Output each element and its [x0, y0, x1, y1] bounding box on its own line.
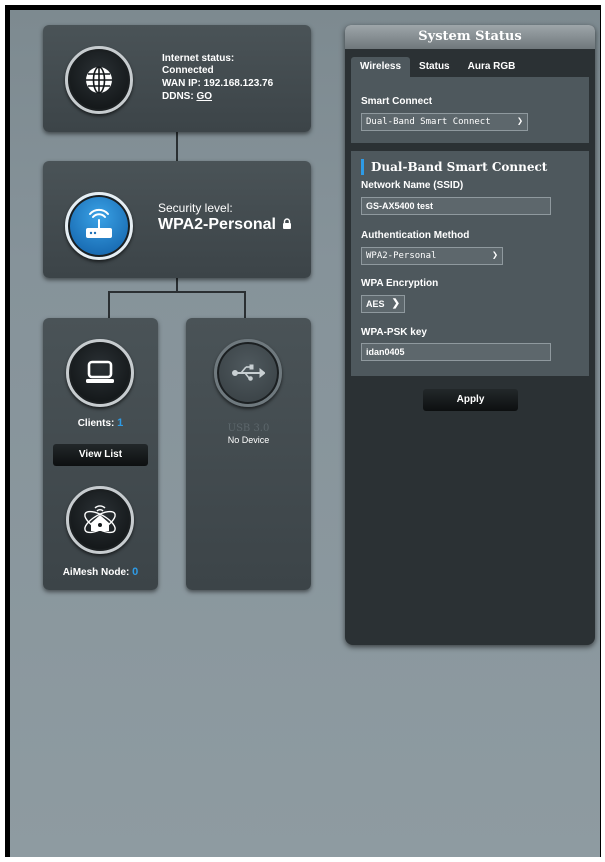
smart-connect-select[interactable]: Dual-Band Smart Connect ❯	[361, 113, 528, 131]
router-button[interactable]	[65, 192, 133, 260]
wan-ip-value: 192.168.123.76	[203, 78, 274, 89]
aimesh-node-icon	[84, 505, 116, 534]
clients-label: Clients:	[77, 418, 115, 429]
status-tabs: Wireless Status Aura RGB	[351, 57, 524, 77]
wpa-encryption-value: AES	[366, 299, 385, 309]
internet-globe-button[interactable]	[65, 46, 133, 114]
tab-aura-rgb[interactable]: Aura RGB	[459, 57, 525, 77]
clients-button[interactable]	[66, 339, 134, 407]
chevron-down-icon: ❯	[391, 298, 400, 309]
internet-status-label: Internet status:	[162, 53, 235, 64]
connector-line	[176, 278, 178, 292]
wpa-encryption-select[interactable]: AES ❯	[361, 295, 405, 313]
aimesh-count[interactable]: 0	[132, 566, 138, 578]
internet-status-value: Connected	[162, 65, 214, 76]
usb-card: USB 3.0 No Device	[186, 318, 311, 590]
aimesh-button[interactable]	[66, 486, 134, 554]
usb-label: USB 3.0	[227, 423, 270, 434]
wireless-router-icon	[86, 208, 112, 238]
laptop-icon	[86, 360, 114, 383]
clients-card: Clients: 1 View List AiMesh Node: 0	[43, 318, 158, 590]
smart-connect-label: Smart Connect	[361, 96, 433, 107]
ssid-label: Network Name (SSID)	[361, 180, 464, 191]
auth-method-select[interactable]: WPA2-Personal ❯	[361, 247, 503, 265]
auth-method-value: WPA2-Personal	[366, 251, 437, 261]
band-settings-section: Dual-Band Smart Connect Network Name (SS…	[351, 151, 589, 376]
connector-line	[244, 291, 246, 319]
smart-connect-value: Dual-Band Smart Connect	[366, 117, 491, 127]
system-status-title: System Status	[345, 25, 595, 49]
ddns-label: DDNS:	[162, 91, 194, 102]
internet-card: Internet status: Connected WAN IP: 192.1…	[43, 25, 311, 132]
smart-connect-section: Smart Connect Dual-Band Smart Connect ❯	[351, 77, 589, 143]
ssid-input[interactable]: GS-AX5400 test	[361, 197, 551, 215]
apply-button[interactable]: Apply	[423, 389, 518, 411]
connector-line	[108, 291, 110, 319]
usb-icon	[232, 364, 265, 381]
ddns-go-link[interactable]: GO	[196, 91, 212, 102]
auth-method-label: Authentication Method	[361, 230, 470, 241]
view-list-button[interactable]: View List	[53, 444, 148, 466]
security-level-value: WPA2-Personal	[158, 216, 276, 233]
connector-line	[176, 132, 178, 162]
connector-line	[108, 291, 246, 293]
chevron-down-icon: ❯	[491, 250, 498, 261]
lock-icon	[283, 218, 292, 229]
globe-icon	[86, 66, 112, 94]
chevron-down-icon: ❯	[516, 116, 523, 127]
tab-wireless[interactable]: Wireless	[351, 57, 411, 77]
wpa-encryption-label: WPA Encryption	[361, 278, 439, 289]
aimesh-label: AiMesh Node:	[62, 567, 130, 578]
usb-button[interactable]	[214, 339, 282, 407]
security-level-label: Security level:	[158, 201, 233, 215]
tab-status[interactable]: Status	[410, 57, 459, 77]
system-status-panel: System Status Wireless Status Aura RGB S…	[345, 25, 595, 645]
band-heading: Dual-Band Smart Connect	[371, 160, 548, 174]
clients-count[interactable]: 1	[117, 417, 123, 429]
wpa-psk-input[interactable]: idan0405	[361, 343, 551, 361]
wpa-psk-label: WPA-PSK key	[361, 327, 427, 338]
section-accent-bar	[361, 159, 364, 175]
usb-status: No Device	[227, 435, 270, 445]
wan-ip-label: WAN IP:	[162, 78, 201, 89]
router-card: Security level: WPA2-Personal	[43, 161, 311, 278]
